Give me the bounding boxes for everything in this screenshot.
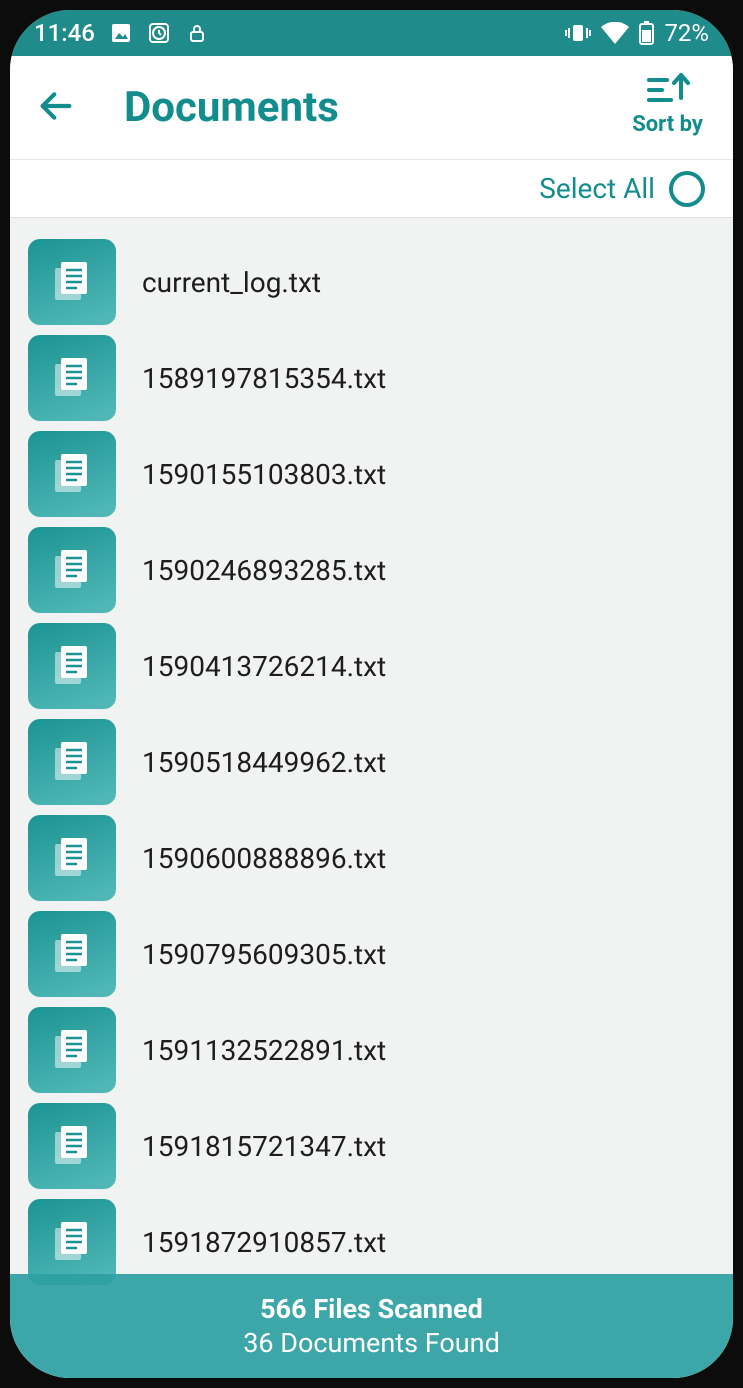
clock-icon [147,21,171,45]
battery-text: 72% [664,19,709,47]
status-time: 11:46 [34,19,95,47]
app-bar: Documents Sort by [10,56,733,160]
status-right: 72% [565,19,709,47]
file-name: 1590795609305.txt [142,938,386,971]
battery-icon [639,21,654,45]
document-icon [28,1007,116,1093]
lock-icon [185,21,209,45]
sort-by-label: Sort by [632,112,703,137]
document-icon [28,623,116,709]
select-all-bar: Select All [10,160,733,218]
file-name: 1590413726214.txt [142,650,386,683]
file-row[interactable]: 1590155103803.txt [10,426,733,522]
file-name: 1590518449962.txt [142,746,386,779]
device-frame: 11:46 72% Doc [10,10,733,1378]
vibrate-icon [565,23,591,43]
sort-icon [645,70,691,108]
file-name: 1591872910857.txt [142,1226,386,1259]
file-name: 1589197815354.txt [142,362,386,395]
footer-bar: 566 Files Scanned 36 Documents Found [10,1274,733,1378]
document-icon [28,1199,116,1285]
file-row[interactable]: current_log.txt [10,234,733,330]
document-icon [28,239,116,325]
document-icon [28,335,116,421]
document-icon [28,1103,116,1189]
status-left: 11:46 [34,19,209,47]
document-icon [28,815,116,901]
image-icon [109,21,133,45]
file-row[interactable]: 1590246893285.txt [10,522,733,618]
file-row[interactable]: 1590600888896.txt [10,810,733,906]
select-all-checkbox[interactable] [669,171,705,207]
file-name: 1590246893285.txt [142,554,386,587]
file-list[interactable]: current_log.txt 1589197815354.txt 15901551… [10,218,733,1378]
file-row[interactable]: 1590518449962.txt [10,714,733,810]
file-name: 1591815721347.txt [142,1130,386,1163]
select-all-label: Select All [539,172,655,205]
file-name: 1590155103803.txt [142,458,386,491]
sort-by-button[interactable]: Sort by [632,70,703,137]
scanned-count: 566 Files Scanned [260,1293,483,1325]
file-name: current_log.txt [142,266,321,299]
file-row[interactable]: 1590795609305.txt [10,906,733,1002]
found-count: 36 Documents Found [243,1327,500,1359]
back-button[interactable] [36,86,80,130]
file-name: 1591132522891.txt [142,1034,386,1067]
file-row[interactable]: 1590413726214.txt [10,618,733,714]
document-icon [28,431,116,517]
page-title: Documents [124,83,339,132]
file-row[interactable]: 1589197815354.txt [10,330,733,426]
file-row[interactable]: 1591815721347.txt [10,1098,733,1194]
document-icon [28,719,116,805]
wifi-icon [601,22,629,44]
document-icon [28,527,116,613]
status-bar: 11:46 72% [10,10,733,56]
file-row[interactable]: 1591132522891.txt [10,1002,733,1098]
file-name: 1590600888896.txt [142,842,386,875]
document-icon [28,911,116,997]
